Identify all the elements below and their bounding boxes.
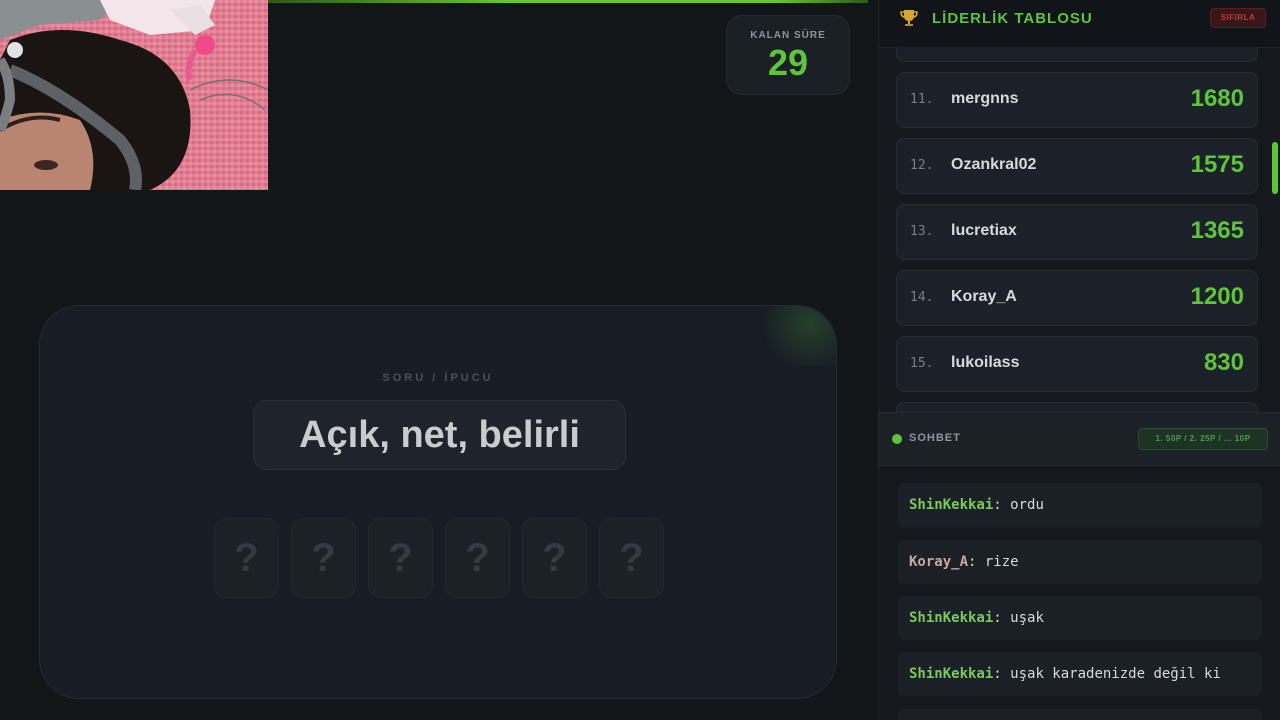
player-score: 830 [1203, 349, 1244, 376]
leaderboard-row: 13. lucretiax 1365 [896, 204, 1258, 260]
chat-text: uşak [1010, 610, 1044, 626]
letter-tile: ? [445, 518, 510, 598]
letter-tile: ? [599, 518, 664, 598]
trophy-icon [899, 8, 919, 33]
rank: 15. [910, 356, 934, 371]
player-name: lukoilass [951, 354, 1020, 371]
leaderboard-row [896, 47, 1258, 62]
letter-tile: ? [291, 518, 356, 598]
chat-separator: : [993, 666, 1011, 682]
leaderboard-row [896, 402, 1258, 412]
chat-username: ShinKekkai [909, 610, 994, 626]
question-label: SORU / İPUCU [382, 372, 494, 384]
rank: 12. [910, 158, 934, 173]
side-panel: LİDERLİK TABLOSU SIFIRLA 11. mergnns 168… [878, 0, 1280, 720]
reset-button[interactable]: SIFIRLA [1210, 8, 1266, 28]
player-name: Ozankral02 [951, 156, 1037, 173]
chat-separator: : [968, 554, 985, 570]
leaderboard-row: 11. mergnns 1680 [896, 72, 1258, 128]
chat-separator: : [993, 610, 1011, 626]
chat-list[interactable]: ShinKekkai: ordu Koray_A: rize ShinKekka… [898, 483, 1262, 720]
chat-username: ShinKekkai [909, 497, 994, 513]
leaderboard-header: LİDERLİK TABLOSU SIFIRLA [879, 0, 1280, 48]
leaderboard-row: 12. Ozankral02 1575 [896, 138, 1258, 194]
player-name: mergnns [951, 90, 1019, 107]
leaderboard-row: 14. Koray_A 1200 [896, 270, 1258, 326]
chat-text: ordu [1010, 497, 1044, 513]
live-dot-icon [892, 434, 902, 444]
chat-text: rize [984, 554, 1019, 570]
rank: 13. [910, 224, 934, 239]
player-score: 1575 [1190, 151, 1244, 178]
leaderboard-scrollbar[interactable] [1272, 142, 1278, 194]
points-badge: 1. 50P / 2. 25P / ... 10P [1138, 428, 1268, 450]
rank: 14. [910, 290, 934, 305]
chat-separator: : [993, 497, 1011, 513]
round-progress-bar [268, 0, 868, 3]
chat-username: ShinKekkai [909, 666, 994, 682]
chat-message [898, 709, 1262, 720]
player-name: Koray_A [951, 288, 1017, 305]
letter-tile: ? [214, 518, 279, 598]
clue-text: Açık, net, belirli [253, 400, 626, 470]
card-glow [756, 306, 836, 366]
chat-message: ShinKekkai: uşak karadenizde değil ki [898, 652, 1262, 696]
chat-username: Koray_A [909, 554, 969, 570]
answer-tiles: ? ? ? ? ? ? [214, 518, 664, 598]
chat-message: Koray_A: rize [898, 540, 1262, 584]
chat-title: SOHBET [909, 432, 961, 444]
player-name: lucretiax [951, 222, 1017, 239]
chat-message: ShinKekkai: uşak [898, 596, 1262, 640]
webcam-feed [0, 0, 268, 190]
question-card: SORU / İPUCU Açık, net, belirli ? ? ? ? … [39, 305, 837, 699]
letter-tile: ? [522, 518, 587, 598]
chat-header: SOHBET 1. 50P / 2. 25P / ... 10P [879, 412, 1280, 466]
player-score: 1200 [1190, 283, 1244, 310]
letter-tile: ? [368, 518, 433, 598]
leaderboard-title: LİDERLİK TABLOSU [932, 10, 1093, 27]
leaderboard-list[interactable]: 11. mergnns 1680 12. Ozankral02 1575 13.… [896, 47, 1258, 412]
timer-label: KALAN SÜRE [750, 30, 826, 41]
leaderboard-row: 15. lukoilass 830 [896, 336, 1258, 392]
countdown-timer: KALAN SÜRE 29 [726, 15, 850, 95]
chat-message: ShinKekkai: ordu [898, 483, 1262, 527]
player-score: 1365 [1190, 217, 1244, 244]
rank: 11. [910, 92, 934, 107]
timer-value: 29 [767, 42, 809, 83]
player-score: 1680 [1190, 85, 1244, 112]
chat-text: uşak karadenizde değil ki [1010, 666, 1221, 682]
